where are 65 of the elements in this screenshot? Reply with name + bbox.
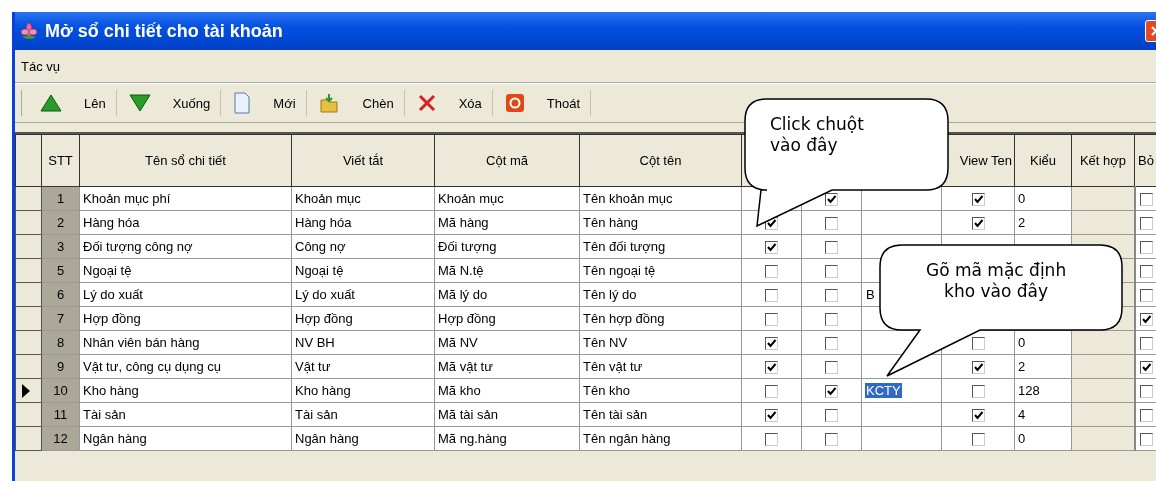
table-cell: Mã lý do	[434, 282, 580, 307]
table-cell: NV BH	[291, 330, 435, 355]
table-cell: Lý do xuất	[79, 282, 292, 307]
table-cell: Ngoại tệ	[291, 258, 435, 283]
table-cell: Ngoại tệ	[79, 258, 292, 283]
column-header[interactable]: View Ten	[941, 134, 1015, 187]
toolbar-button[interactable]: Lên	[82, 93, 108, 113]
table-cell: Hợp đồng	[434, 306, 580, 331]
table-cell: Tên đối tượng	[579, 234, 742, 259]
table-cell: Kho hàng	[291, 378, 435, 403]
table-cell: Mã kho	[434, 378, 580, 403]
table-cell: Nhân viên bán hàng	[79, 330, 292, 355]
table-cell: Đối tượng	[434, 234, 580, 259]
table-cell: Tài sản	[291, 402, 435, 427]
table-cell: Hợp đồng	[79, 306, 292, 331]
window-title: Mở sổ chi tiết cho tài khoản	[45, 20, 283, 42]
table-cell: Tên khoản mục	[579, 186, 742, 211]
column-header[interactable]: Kiểu	[1014, 134, 1072, 187]
table-cell: Khoản mục	[291, 186, 435, 211]
table-cell: Tên NV	[579, 330, 742, 355]
table-cell: Lý do xuất	[291, 282, 435, 307]
table-cell: Mã N.tệ	[434, 258, 580, 283]
code-value[interactable]: KCTY	[865, 383, 902, 398]
table-cell: Hàng hóa	[79, 210, 292, 235]
table-cell: Tên hàng	[579, 210, 742, 235]
column-header[interactable]: Cột mã	[434, 134, 580, 187]
table-cell: Tên lý do	[579, 282, 742, 307]
table-cell: Mã hàng	[434, 210, 580, 235]
column-header[interactable]: Tên sổ chi tiết	[79, 134, 292, 187]
table-cell: Hàng hóa	[291, 210, 435, 235]
table-cell: Khoản mục phí	[79, 186, 292, 211]
table-cell: Hợp đồng	[291, 306, 435, 331]
table-cell: Mã ng.hàng	[434, 426, 580, 451]
table-cell: Tên ngân hàng	[579, 426, 742, 451]
table-cell: Tên hợp đồng	[579, 306, 742, 331]
table-cell: Ngân hàng	[291, 426, 435, 451]
callout-text: Gõ mã mặc định kho vào đây	[926, 260, 1067, 302]
toolbar-button[interactable]: Xóa	[456, 93, 484, 113]
callout-text: Click chuột vào đây	[770, 114, 864, 156]
toolbar-button[interactable]: Xuống	[170, 93, 213, 113]
table-cell: Tên kho	[579, 378, 742, 403]
table-cell: Tên ngoại tệ	[579, 258, 742, 283]
toolbar-button[interactable]: Thoát	[544, 93, 582, 113]
table-cell: Khoản mục	[434, 186, 580, 211]
table-cell: Tên vật tư	[579, 354, 742, 379]
table-cell: Mã NV	[434, 330, 580, 355]
table-cell: Mã vật tư	[434, 354, 580, 379]
table-cell: Mã tài sản	[434, 402, 580, 427]
column-header[interactable]: Bỏ	[1134, 134, 1156, 187]
table-cell: Đối tượng công nợ	[79, 234, 292, 259]
column-header[interactable]: Kết hợp	[1071, 134, 1135, 187]
table-cell: Vật tư, công cụ dụng cụ	[79, 354, 292, 379]
toolbar-button[interactable]: Mới	[271, 93, 298, 113]
column-header[interactable]: STT	[41, 134, 80, 187]
table-cell: Kho hàng	[79, 378, 292, 403]
table-cell: Tên tài sản	[579, 402, 742, 427]
column-header[interactable]: Cột tên	[579, 134, 742, 187]
menu-item[interactable]: Tác vụ	[21, 58, 60, 74]
table-cell: Vật tư	[291, 354, 435, 379]
table-cell: Tài sản	[79, 402, 292, 427]
toolbar-button[interactable]: Chèn	[360, 93, 396, 113]
table-cell: Công nợ	[291, 234, 435, 259]
table-cell: Ngân hàng	[79, 426, 292, 451]
code-value[interactable]: B	[865, 287, 876, 302]
column-header[interactable]: Viết tắt	[291, 134, 435, 187]
